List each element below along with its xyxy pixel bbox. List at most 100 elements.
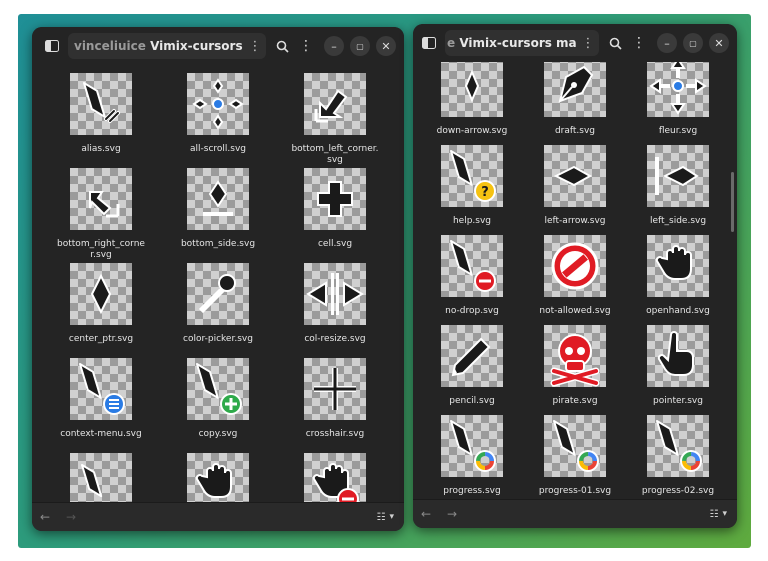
file-item[interactable]: bottom_left_corner. svg bbox=[280, 73, 390, 166]
file-name: bottom_right_corne r.svg bbox=[57, 239, 145, 260]
path-segment-current[interactable]: Vimix-cursors master src-svg bbox=[150, 39, 244, 53]
back-button[interactable]: ← bbox=[413, 507, 439, 521]
forward-button[interactable]: → bbox=[439, 507, 465, 521]
file-thumbnail bbox=[70, 168, 132, 230]
sidebar-icon bbox=[422, 37, 436, 49]
down-arrow-cursor-icon bbox=[464, 69, 480, 103]
maximize-button[interactable]: ▢ bbox=[350, 36, 370, 56]
file-thumbnail bbox=[647, 145, 709, 207]
no-drop-cursor-icon bbox=[450, 240, 496, 292]
bottom-left-corner-cursor-icon bbox=[314, 89, 348, 123]
file-manager-window-right: e Vimix-cursors master src-svg ⋮ ⋮ – ▢ ✕… bbox=[413, 24, 737, 528]
search-button[interactable] bbox=[270, 34, 294, 58]
file-item[interactable]: draft.svg bbox=[520, 62, 630, 137]
back-button[interactable]: ← bbox=[32, 510, 58, 524]
file-item[interactable]: pirate.svg bbox=[520, 325, 630, 407]
file-item[interactable]: copy.svg bbox=[163, 358, 273, 440]
file-item[interactable]: ? help.svg bbox=[417, 145, 527, 227]
file-name: pointer.svg bbox=[653, 396, 703, 406]
close-button[interactable]: ✕ bbox=[376, 36, 396, 56]
file-item[interactable]: progress-01.svg bbox=[520, 415, 630, 497]
fleur-cursor-icon bbox=[649, 62, 707, 115]
file-item[interactable]: context-menu.svg bbox=[46, 358, 156, 440]
color-picker-cursor-icon bbox=[198, 274, 236, 314]
file-item[interactable]: pointer.svg bbox=[623, 325, 733, 407]
file-item[interactable]: color-picker.svg bbox=[163, 263, 273, 345]
file-thumbnail bbox=[544, 62, 606, 117]
file-item[interactable]: crosshair.svg bbox=[280, 358, 390, 440]
close-icon: ✕ bbox=[381, 39, 391, 53]
file-thumbnail bbox=[647, 415, 709, 477]
file-item[interactable]: center_ptr.svg bbox=[46, 263, 156, 345]
file-name: center_ptr.svg bbox=[68, 334, 134, 344]
kebab-menu-icon: ⋮ bbox=[632, 35, 646, 51]
sidebar-toggle-button[interactable] bbox=[40, 34, 64, 58]
close-button[interactable]: ✕ bbox=[709, 33, 729, 53]
file-thumbnail bbox=[304, 263, 366, 325]
file-item[interactable]: no-drop.svg bbox=[417, 235, 527, 317]
file-item[interactable]: bottom_side.svg bbox=[163, 168, 273, 250]
minimize-button[interactable]: – bbox=[657, 33, 677, 53]
file-thumbnail bbox=[304, 73, 366, 135]
dnd-cursor-icon bbox=[195, 463, 232, 498]
file-item[interactable]: left-arrow.svg bbox=[520, 145, 630, 227]
footer-bar: ← → ☷ ▾ bbox=[413, 499, 737, 528]
file-item[interactable]: fleur.svg bbox=[623, 62, 733, 137]
file-item[interactable]: not-allowed.svg bbox=[520, 235, 630, 317]
file-item[interactable] bbox=[46, 453, 156, 503]
path-menu-button[interactable]: ⋮ bbox=[577, 36, 599, 51]
file-name: context-menu.svg bbox=[60, 429, 142, 439]
file-item[interactable]: bottom_right_corne r.svg bbox=[46, 168, 156, 261]
file-name: left-arrow.svg bbox=[544, 216, 606, 226]
file-thumbnail bbox=[187, 73, 249, 135]
file-thumbnail bbox=[647, 325, 709, 387]
path-segment-parent[interactable]: e bbox=[447, 36, 455, 50]
header-bar: vinceliuice Vimix-cursors master src-svg… bbox=[32, 27, 404, 65]
file-item[interactable]: col-resize.svg bbox=[280, 263, 390, 345]
left-side-cursor-icon bbox=[655, 157, 699, 195]
file-thumbnail bbox=[70, 263, 132, 325]
file-item[interactable]: alias.svg bbox=[46, 73, 156, 155]
file-item[interactable]: left_side.svg bbox=[623, 145, 733, 227]
file-item[interactable]: openhand.svg bbox=[623, 235, 733, 317]
file-item[interactable]: cell.svg bbox=[280, 168, 390, 250]
file-thumbnail bbox=[441, 235, 503, 297]
list-view-icon: ☷ bbox=[709, 508, 719, 520]
file-thumbnail bbox=[544, 415, 606, 477]
file-name: all-scroll.svg bbox=[190, 144, 246, 154]
path-menu-button[interactable]: ⋮ bbox=[244, 39, 266, 54]
file-name: progress-01.svg bbox=[538, 486, 612, 496]
path-segment-parent[interactable]: vinceliuice bbox=[74, 39, 146, 53]
file-name: bottom_side.svg bbox=[180, 239, 256, 249]
sidebar-toggle-button[interactable] bbox=[417, 31, 441, 55]
file-item[interactable]: progress.svg bbox=[417, 415, 527, 497]
main-menu-button[interactable]: ⋮ bbox=[627, 31, 651, 55]
file-item[interactable]: progress-02.svg bbox=[623, 415, 733, 497]
file-item[interactable] bbox=[163, 453, 273, 503]
file-item[interactable] bbox=[280, 453, 390, 503]
main-menu-button[interactable]: ⋮ bbox=[294, 34, 318, 58]
context-menu-cursor-icon bbox=[79, 363, 125, 415]
path-segment-current[interactable]: Vimix-cursors master src-svg bbox=[459, 36, 577, 50]
pirate-cursor-icon bbox=[550, 334, 600, 387]
list-view-icon: ☷ bbox=[376, 511, 386, 523]
file-name: pencil.svg bbox=[449, 396, 495, 406]
view-mode-button[interactable]: ☷ ▾ bbox=[710, 509, 728, 520]
search-button[interactable] bbox=[603, 31, 627, 55]
file-item[interactable]: all-scroll.svg bbox=[163, 73, 273, 155]
forward-button[interactable]: → bbox=[58, 510, 84, 524]
kebab-menu-icon: ⋮ bbox=[299, 38, 313, 54]
pencil-cursor-icon bbox=[451, 337, 491, 377]
file-item[interactable]: pencil.svg bbox=[417, 325, 527, 407]
location-bar[interactable]: vinceliuice Vimix-cursors master src-svg… bbox=[68, 33, 266, 59]
location-bar[interactable]: e Vimix-cursors master src-svg ⋮ bbox=[445, 30, 599, 56]
col-resize-cursor-icon bbox=[306, 273, 364, 315]
minimize-button[interactable]: – bbox=[324, 36, 344, 56]
all-scroll-cursor-icon bbox=[192, 78, 244, 130]
close-icon: ✕ bbox=[714, 36, 724, 50]
file-item[interactable]: down-arrow.svg bbox=[417, 62, 527, 137]
header-bar: e Vimix-cursors master src-svg ⋮ ⋮ – ▢ ✕ bbox=[413, 24, 737, 62]
view-mode-button[interactable]: ☷ ▾ bbox=[377, 512, 395, 523]
maximize-button[interactable]: ▢ bbox=[683, 33, 703, 53]
file-name: col-resize.svg bbox=[304, 334, 366, 344]
